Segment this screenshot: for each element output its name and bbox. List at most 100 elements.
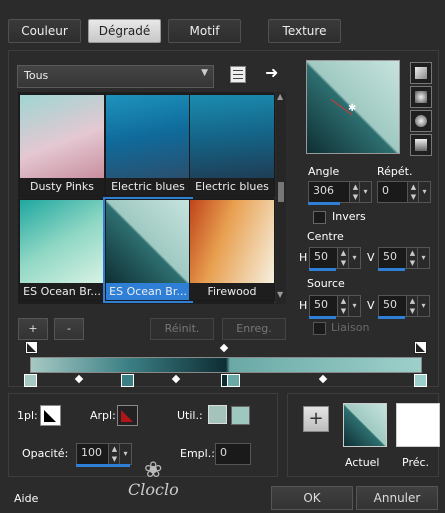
invert-label: Invers <box>332 210 366 223</box>
gradient-list-scrollbar[interactable]: ▲ ▼ <box>276 92 286 304</box>
previous-gradient-swatch[interactable] <box>396 403 440 447</box>
arrow-right-icon[interactable]: ➜ <box>265 63 278 82</box>
util-label: Util.: <box>177 409 203 422</box>
source-h-slider[interactable] <box>309 316 336 319</box>
color-stop-marker[interactable] <box>227 374 240 387</box>
scroll-down-icon[interactable]: ▼ <box>277 290 283 299</box>
empl-field[interactable]: 0 <box>215 443 251 465</box>
gradient-item[interactable]: Electric blues <box>189 94 275 196</box>
style-rectangular-button[interactable] <box>410 86 432 108</box>
center-v-label: V <box>367 251 375 264</box>
center-h-slider[interactable] <box>309 268 336 271</box>
add-swatch-button[interactable]: + <box>303 406 329 432</box>
arpl-label: Arpl: <box>90 409 116 422</box>
gradient-item[interactable]: ES Ocean Br... <box>19 199 105 301</box>
previous-label: Préc. <box>402 456 430 469</box>
category-dropdown[interactable]: Tous ▼ <box>17 65 214 88</box>
color-stop-marker[interactable] <box>24 374 37 387</box>
style-linear-button[interactable] <box>410 62 432 84</box>
chevron-down-icon[interactable]: ▾ <box>417 248 429 268</box>
angle-slider[interactable] <box>308 202 340 205</box>
link-checkbox[interactable] <box>313 322 326 335</box>
center-h-label: H <box>299 251 308 264</box>
save-button[interactable]: Enreg. <box>222 318 286 340</box>
gradient-bar[interactable] <box>30 357 422 373</box>
chevron-down-icon: ▾ <box>359 182 371 202</box>
gradient-item[interactable]: Firewood <box>189 199 275 301</box>
invert-checkbox[interactable] <box>313 211 326 224</box>
chevron-down-icon[interactable]: ▾ <box>417 296 429 316</box>
source-v-slider[interactable] <box>378 316 405 319</box>
center-v-value: 50 <box>383 250 397 263</box>
center-label: Centre <box>307 230 344 243</box>
repeat-field[interactable]: 0 ▲ ▼ ▾ <box>377 181 431 203</box>
source-h-label: H <box>299 299 308 312</box>
gradient-label: Dusty Pinks <box>20 178 104 195</box>
angle-label: Angle <box>308 165 340 178</box>
chevron-down-icon[interactable]: ▾ <box>348 296 360 316</box>
source-h-field[interactable]: 50 ▲ ▼ ▾ <box>309 295 361 317</box>
watermark-logo: ❀ Cloclo <box>126 458 196 500</box>
chevron-down-icon[interactable]: ▾ <box>348 248 360 268</box>
tab-degrade[interactable]: Dégradé <box>88 19 161 43</box>
scroll-thumb[interactable] <box>278 182 284 202</box>
gradient-label: ES Ocean Br... <box>20 283 104 300</box>
source-v-field[interactable]: 50 ▲ ▼ ▾ <box>378 295 430 317</box>
gradient-thumbnail <box>190 200 274 283</box>
library-icon[interactable] <box>230 66 246 83</box>
gradient-label: Electric blues <box>106 178 190 195</box>
center-handle-icon[interactable]: ✱ <box>348 103 356 114</box>
angle-value: 306 <box>313 184 334 197</box>
opacity-slider[interactable] <box>76 464 130 467</box>
gradient-preview[interactable]: ✱ <box>306 60 400 154</box>
current-gradient-swatch[interactable] <box>343 403 387 447</box>
chevron-down-icon[interactable]: ▾ <box>119 444 131 464</box>
center-v-field[interactable]: 50 ▲ ▼ ▾ <box>378 247 430 269</box>
add-gradient-button[interactable]: + <box>18 318 48 340</box>
cancel-button[interactable]: Annuler <box>356 486 438 510</box>
opacity-value: 100 <box>81 446 102 459</box>
style-radial-button[interactable] <box>410 110 432 132</box>
user-color-swatch-1[interactable] <box>208 405 227 424</box>
background-stop-button[interactable] <box>117 405 138 426</box>
repeat-label: Répét. <box>377 165 413 178</box>
opacity-stop-marker[interactable] <box>414 341 427 354</box>
style-sunburst-button[interactable] <box>410 134 432 156</box>
user-color-swatch-2[interactable] <box>231 406 250 425</box>
link-label: Liaison <box>331 321 370 334</box>
tab-texture[interactable]: Texture <box>268 19 341 43</box>
center-h-field[interactable]: 50 ▲ ▼ ▾ <box>309 247 361 269</box>
gradient-item-selected[interactable]: ES Ocean Br... <box>103 197 193 303</box>
reset-button[interactable]: Réinit. <box>150 318 214 340</box>
one-pl-label: 1pl: <box>17 409 38 422</box>
opacity-stop-marker[interactable] <box>25 341 38 354</box>
color-stop-marker[interactable] <box>414 374 427 387</box>
current-label: Actuel <box>345 456 380 469</box>
gradient-label: ES Ocean Br... <box>106 283 190 300</box>
source-v-label: V <box>367 299 375 312</box>
empl-value: 0 <box>220 446 227 459</box>
ok-button[interactable]: OK <box>271 486 353 510</box>
help-link[interactable]: Aide <box>14 492 38 505</box>
tab-motif[interactable]: Motif <box>168 19 241 43</box>
gradient-thumbnail <box>20 95 104 178</box>
gradient-thumbnail <box>190 95 274 178</box>
remove-gradient-button[interactable]: - <box>54 318 84 340</box>
angle-dropdown[interactable]: ▾ <box>359 181 372 203</box>
gradient-item[interactable]: Electric blues <box>105 94 191 196</box>
scroll-up-icon[interactable]: ▲ <box>277 92 283 101</box>
repeat-value: 0 <box>382 184 389 197</box>
gradient-item[interactable]: Dusty Pinks <box>19 94 105 196</box>
gradient-thumbnail <box>20 200 104 283</box>
opacity-field[interactable]: 100 ▲ ▼ ▾ <box>76 443 132 465</box>
chevron-down-icon[interactable]: ▾ <box>418 182 430 202</box>
tab-couleur[interactable]: Couleur <box>8 19 81 43</box>
source-label: Source <box>307 277 345 290</box>
watermark-text: Cloclo <box>128 480 179 499</box>
gradient-label: Firewood <box>190 283 274 300</box>
angle-field[interactable]: 306 ▲ ▼ <box>308 181 362 203</box>
center-h-value: 50 <box>314 250 328 263</box>
foreground-stop-button[interactable] <box>40 405 61 426</box>
color-stop-marker[interactable] <box>121 374 134 387</box>
center-v-slider[interactable] <box>378 268 405 271</box>
